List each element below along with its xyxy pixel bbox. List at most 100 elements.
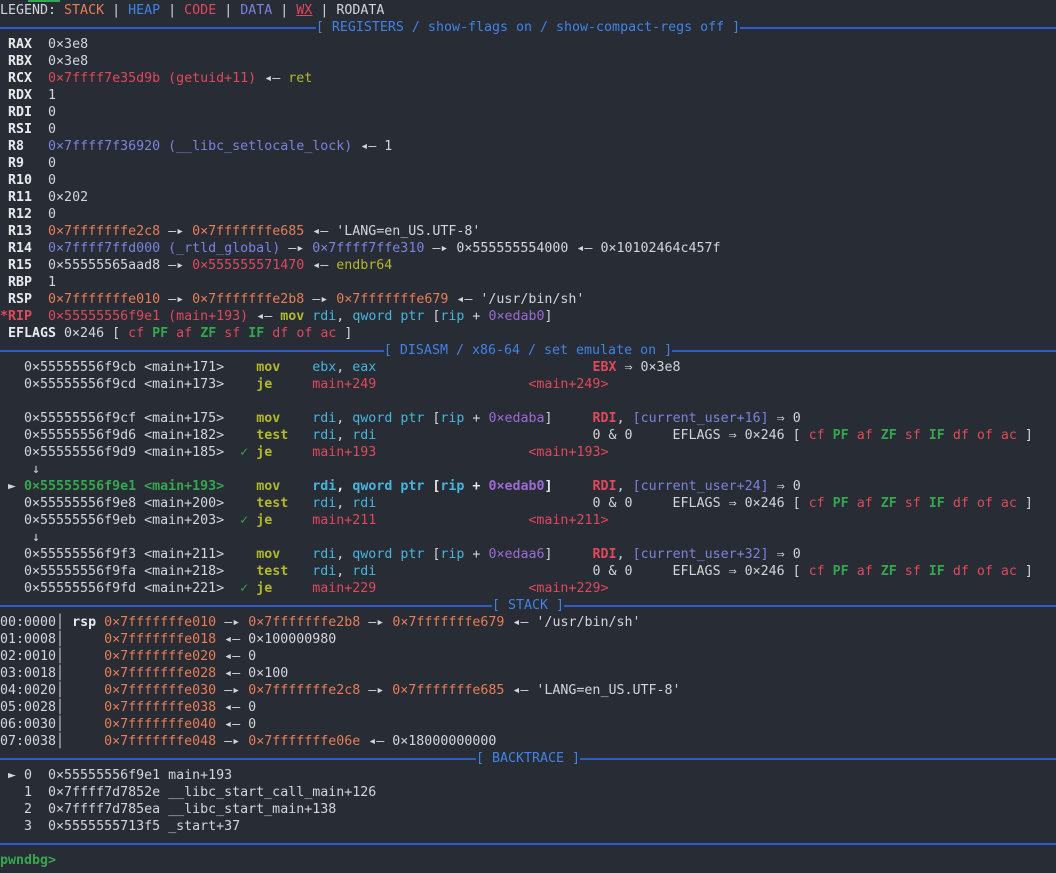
text-segment: RSP	[0, 292, 48, 307]
text-segment: STACK	[64, 3, 104, 18]
text-segment: [	[424, 309, 440, 324]
text-segment: rdi	[312, 564, 336, 579]
text-segment: ,	[336, 411, 352, 426]
terminal-line: 0×55555556f9fd <main+221> ✓ je main+229 …	[0, 580, 1056, 597]
terminal-line: R14 0×7ffff7ffd000 (_rtld_global) —▸ 0×7…	[0, 240, 1056, 257]
command-prompt[interactable]: pwndbg>	[0, 852, 1056, 869]
text-segment: 0×3e8	[48, 37, 88, 52]
text-segment: je	[256, 377, 272, 392]
separator-line	[672, 350, 1056, 352]
text-segment: ,	[617, 547, 633, 562]
text-segment	[873, 564, 881, 579]
text-segment	[272, 513, 312, 528]
terminal-line: R13 0×7fffffffe2c8 —▸ 0×7fffffffe685 ◂— …	[0, 223, 1056, 240]
text-segment	[945, 428, 953, 443]
separator-line	[0, 27, 316, 29]
text-segment: 04:0020│	[0, 683, 104, 698]
text-segment	[248, 513, 256, 528]
terminal-line: 0×55555556f9fa <main+218> test rdi, rdi …	[0, 563, 1056, 580]
text-segment: HEAP	[128, 3, 160, 18]
backtrace-header: [ BACKTRACE ]	[0, 750, 1056, 767]
terminal-line: RCX 0×7ffff7e35d9b (getuid+11) ◂— ret	[0, 70, 1056, 87]
text-segment: 0×7fffffffe679	[336, 292, 448, 307]
stack-section: [ STACK ] 00:0000│ rsp 0×7fffffffe010 —▸…	[0, 597, 1056, 750]
text-segment: mov	[256, 360, 280, 375]
section-title: [ BACKTRACE ]	[476, 750, 580, 767]
text-segment: ✓	[240, 513, 248, 528]
text-segment: rip	[440, 479, 464, 494]
terminal-line: 1 0×7ffff7d7852e __libc_start_call_main+…	[0, 784, 1056, 801]
terminal-line: 00:0000│ rsp 0×7fffffffe010 —▸ 0×7ffffff…	[0, 614, 1056, 631]
terminal-line: R11 0×202	[0, 189, 1056, 206]
text-segment: RSI	[0, 122, 48, 137]
text-segment: ZF	[881, 428, 897, 443]
text-segment: sf	[224, 326, 240, 341]
text-segment: IF	[929, 428, 945, 443]
terminal-line: R10 0	[0, 172, 1056, 189]
text-segment: ◂— '/usr/bin/sh'	[448, 292, 584, 307]
text-segment: [	[424, 411, 440, 426]
disasm-header: [ DISASM / x86-64 / set emulate on ]	[0, 342, 1056, 359]
text-segment	[224, 479, 256, 494]
text-segment	[825, 564, 833, 579]
terminal-line: 06:0030│ 0×7fffffffe040 ◂— 0	[0, 716, 1056, 733]
text-segment: IF	[929, 564, 945, 579]
text-segment: 0×55555556f9e8 <main+200>	[0, 496, 256, 511]
text-segment: af	[857, 496, 873, 511]
text-segment: je	[256, 445, 272, 460]
text-segment: CODE	[184, 3, 216, 18]
text-segment	[376, 360, 592, 375]
text-segment: RDX	[0, 88, 48, 103]
text-segment: 0×55555556f9cb <main+171>	[0, 360, 256, 375]
text-segment: ,	[336, 360, 352, 375]
text-segment: ]	[1017, 428, 1033, 443]
text-segment: |	[272, 3, 296, 18]
separator-line	[580, 758, 1056, 760]
text-segment	[897, 496, 905, 511]
text-segment: 0×edaba	[488, 411, 544, 426]
text-segment: 2 0×7ffff7d785ea __libc_start_main+138	[0, 802, 336, 817]
text-segment: —▸	[216, 615, 248, 630]
text-segment: 0×7fffffffe06e	[248, 734, 360, 749]
text-segment: ,	[617, 479, 633, 494]
text-segment: ◂— '/usr/bin/sh'	[504, 615, 640, 630]
text-segment	[897, 564, 905, 579]
text-segment: IF	[248, 326, 264, 341]
text-segment: RCX	[0, 71, 48, 86]
text-segment: RAX	[0, 37, 48, 52]
text-segment: [current_user+24]	[633, 479, 769, 494]
text-segment: 0×55555556f9cd <main+173>	[0, 377, 256, 392]
text-segment: ac	[1001, 496, 1017, 511]
section-title: [ STACK ]	[492, 597, 564, 614]
text-segment: 0	[48, 173, 56, 188]
text-segment	[849, 428, 857, 443]
text-segment: ,	[617, 411, 633, 426]
terminal-line: ↓	[0, 461, 1056, 478]
text-segment: mov	[256, 411, 280, 426]
text-segment	[945, 496, 953, 511]
text-segment: ,	[336, 496, 352, 511]
text-segment: ,	[336, 428, 352, 443]
text-segment: ◂— 'LANG=en_US.UTF-8'	[504, 683, 680, 698]
text-segment: rdi	[312, 496, 336, 511]
disasm-section: [ DISASM / x86-64 / set emulate on ] 0×5…	[0, 342, 1056, 597]
terminal-line: RSI 0	[0, 121, 1056, 138]
text-segment: 0×55555556f9d6 <main+182>	[0, 428, 256, 443]
terminal-line	[0, 393, 1056, 410]
text-segment	[248, 581, 256, 596]
text-segment: ,	[336, 564, 352, 579]
text-segment: main+229	[312, 581, 376, 596]
text-segment: rdi	[312, 428, 336, 443]
separator-line	[0, 843, 1056, 845]
text-segment: 0 & 0 EFLAGS ⇒ 0×246 [	[592, 564, 808, 579]
text-segment: test	[256, 496, 288, 511]
text-segment: rdi	[312, 547, 336, 562]
text-segment: RDI	[593, 479, 617, 494]
terminal-line: RBP 1	[0, 274, 1056, 291]
text-segment: 0×55555556f9f3 <main+211>	[0, 547, 256, 562]
text-segment: of	[977, 496, 993, 511]
text-segment: —▸	[216, 734, 248, 749]
text-segment: 0×7fffffffe038	[104, 700, 216, 715]
text-segment	[376, 428, 592, 443]
backtrace-lines: ► 0 0×55555556f9e1 main+193 1 0×7ffff7d7…	[0, 767, 1056, 835]
